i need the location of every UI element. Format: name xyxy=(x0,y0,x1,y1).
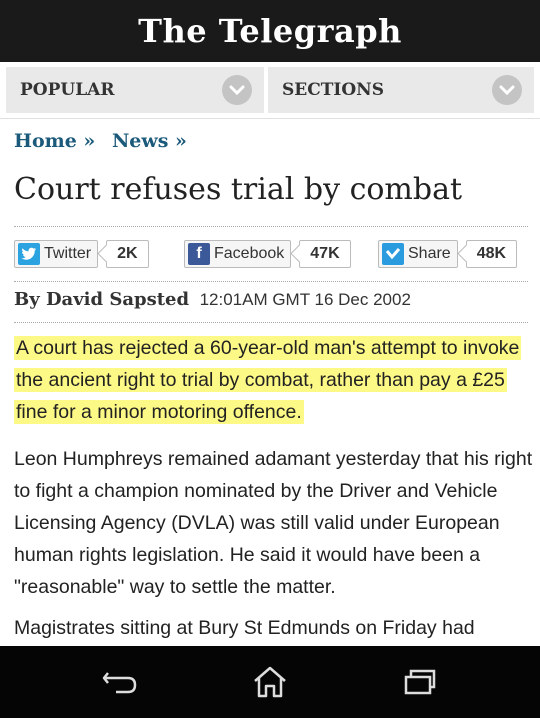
article-title: Court refuses trial by combat xyxy=(14,172,463,207)
article-paragraph: Leon Humphreys remained adamant yesterda… xyxy=(14,448,533,598)
share-label: Share xyxy=(408,245,451,262)
twitter-count: 2K xyxy=(106,240,149,268)
publish-date: 12:01AM GMT 16 Dec 2002 xyxy=(199,290,411,309)
article-paragraph: Magistrates sitting at Bury St Edmunds o… xyxy=(14,617,475,639)
chevron-down-icon xyxy=(492,75,522,105)
breadcrumb: Home » News » xyxy=(14,130,197,152)
back-icon[interactable] xyxy=(100,662,140,702)
chevron-down-icon xyxy=(222,75,252,105)
divider xyxy=(14,281,528,282)
twitter-share-group: Twitter 2K xyxy=(14,240,149,268)
byline: By David Sapsted 12:01AM GMT 16 Dec 2002 xyxy=(14,289,411,310)
facebook-icon: f xyxy=(188,243,210,265)
popular-menu-button[interactable]: POPULAR xyxy=(6,67,264,113)
share-group: Share 48K xyxy=(378,240,518,268)
home-icon[interactable] xyxy=(250,662,290,702)
telegraph-logo[interactable]: The Telegraph xyxy=(138,12,402,50)
sections-label: SECTIONS xyxy=(282,80,384,100)
facebook-button[interactable]: f Facebook xyxy=(184,240,292,268)
article-lead: A court has rejected a 60-year-old man's… xyxy=(14,332,534,428)
twitter-bird-icon xyxy=(18,243,40,265)
author-name[interactable]: By David Sapsted xyxy=(14,289,189,310)
twitter-button[interactable]: Twitter xyxy=(14,240,99,268)
lead-highlighted-text: A court has rejected a 60-year-old man's… xyxy=(14,336,522,424)
masthead: The Telegraph xyxy=(0,0,540,62)
breadcrumb-news-link[interactable]: News » xyxy=(112,130,187,152)
twitter-label: Twitter xyxy=(44,245,92,262)
share-button[interactable]: Share xyxy=(378,240,458,268)
system-navigation-bar xyxy=(0,646,540,718)
breadcrumb-home-link[interactable]: Home » xyxy=(14,130,95,152)
recent-apps-icon[interactable] xyxy=(400,662,440,702)
divider xyxy=(14,322,528,323)
facebook-label: Facebook xyxy=(214,245,285,262)
facebook-count: 47K xyxy=(299,240,351,268)
share-count: 48K xyxy=(465,240,518,268)
share-check-icon xyxy=(382,243,404,265)
divider xyxy=(14,226,528,227)
sections-menu-button[interactable]: SECTIONS xyxy=(268,67,534,113)
facebook-share-group: f Facebook 47K xyxy=(184,240,351,268)
popular-label: POPULAR xyxy=(20,80,115,100)
nav-bar: POPULAR SECTIONS xyxy=(0,62,540,119)
